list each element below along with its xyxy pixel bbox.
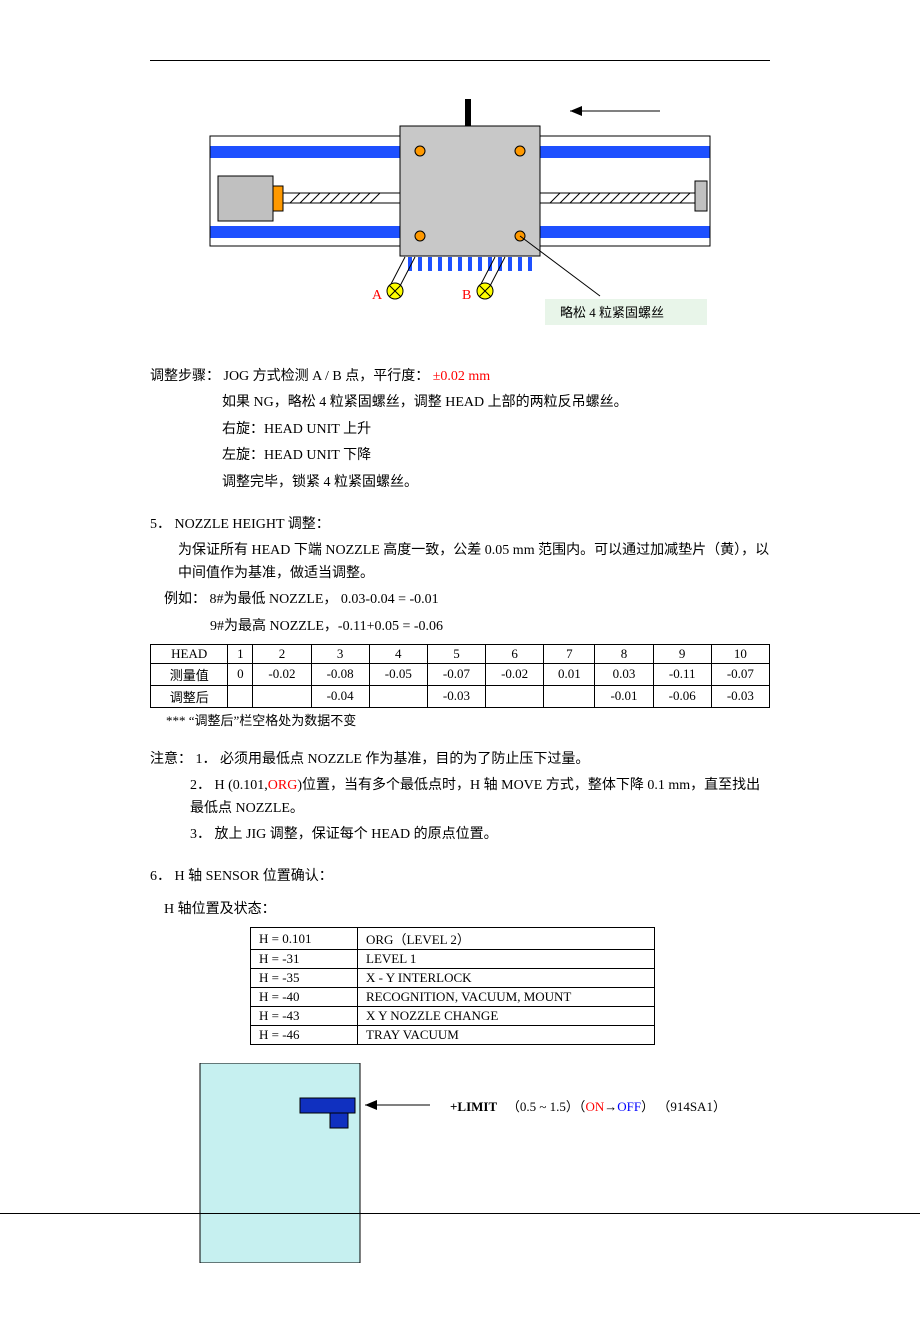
adjust-line4: 左旋：HEAD UNIT 下降 [150,445,770,467]
limit-arrow: → [604,1099,617,1114]
s5-body: 为保证所有 HEAD 下端 NOZZLE 高度一致，公差 0.05 mm 范围内… [150,540,770,585]
notes-block: 注意： 1． 必须用最低点 NOZZLE 作为基准，目的为了防止压下过量。 2．… [150,749,770,847]
h-table: H = 0.101ORG（LEVEL 2） H = -31LEVEL 1 H =… [250,927,655,1045]
s5-ex2: 9#为最高 NOZZLE，-0.11+0.05 = -0.06 [150,616,770,638]
note-2-org: ORG [268,778,298,793]
head-table-adjust-row: 调整后 -0.04 -0.03 -0.01 -0.06-0.03 [151,685,770,707]
diagram-head-unit: A B 略松 4 粒紧固螺丝 [150,81,770,346]
limit-off: OFF [617,1099,641,1114]
bottom-rule [0,1213,920,1214]
adjust-line3: 右旋：HEAD UNIT 上升 [150,419,770,441]
section-6: 6． H 轴 SENSOR 位置确认： H 轴位置及状态： H = 0.101O… [150,866,770,1045]
s6-sub: H 轴位置及状态： [150,899,770,921]
note-2-pre: 2． H (0.101, [190,778,268,793]
s6-heading: 6． H 轴 SENSOR 位置确认： [150,866,770,888]
limit-close: ） （914SA1） [641,1099,726,1114]
adjust-title: 调整步骤： [150,369,220,384]
note-1: 1． 必须用最低点 NOZZLE 作为基准，目的为了防止压下过量。 [196,752,590,767]
callout-text: 略松 4 粒紧固螺丝 [560,305,664,320]
s5-ex1: 8#为最低 NOZZLE， 0.03-0.04 = -0.01 [210,592,439,607]
adjust-line5: 调整完毕，锁紧 4 粒紧固螺丝。 [150,472,770,494]
limit-on: ON [585,1099,604,1114]
head-table-note: *** “调整后”栏空格处为数据不变 [166,710,770,729]
diagram-sensor: +LIMIT （0.5 ~ 1.5）（ON→OFF） （914SA1） [150,1063,770,1263]
adjust-tolerance: ±0.02 mm [433,369,490,384]
limit-label: +LIMIT （0.5 ~ 1.5）（ON→OFF） （914SA1） [450,1096,726,1115]
adjust-line2: 如果 NG，略松 4 粒紧固螺丝，调整 HEAD 上部的两粒反吊螺丝。 [150,392,770,414]
section-5: 5． NOZZLE HEIGHT 调整： 为保证所有 HEAD 下端 NOZZL… [150,514,770,638]
head-table-header-row: HEAD1 23 45 67 89 10 [151,644,770,663]
page: A B 略松 4 粒紧固螺丝 调整步骤： JOG 方式检测 A / B 点，平行… [0,0,920,1323]
label-b: B [462,288,471,303]
head-table: HEAD1 23 45 67 89 10 测量值 0-0.02 -0.08-0.… [150,644,770,708]
s5-heading: 5． NOZZLE HEIGHT 调整： [150,514,770,536]
top-rule [150,60,770,61]
head-table-measure-row: 测量值 0-0.02 -0.08-0.05 -0.07-0.02 0.010.0… [151,663,770,685]
limit-bold: +LIMIT [450,1099,497,1114]
adjust-line1-pre: JOG 方式检测 A / B 点，平行度： [224,369,430,384]
s5-ex-label: 例如： [164,592,206,607]
adjust-steps: 调整步骤： JOG 方式检测 A / B 点，平行度： ±0.02 mm 如果 … [150,366,770,494]
notes-label: 注意： [150,752,192,767]
note-3: 3． 放上 JIG 调整，保证每个 HEAD 的原点位置。 [150,824,770,846]
limit-range: （0.5 ~ 1.5）（ [507,1099,586,1114]
label-a: A [372,288,383,303]
